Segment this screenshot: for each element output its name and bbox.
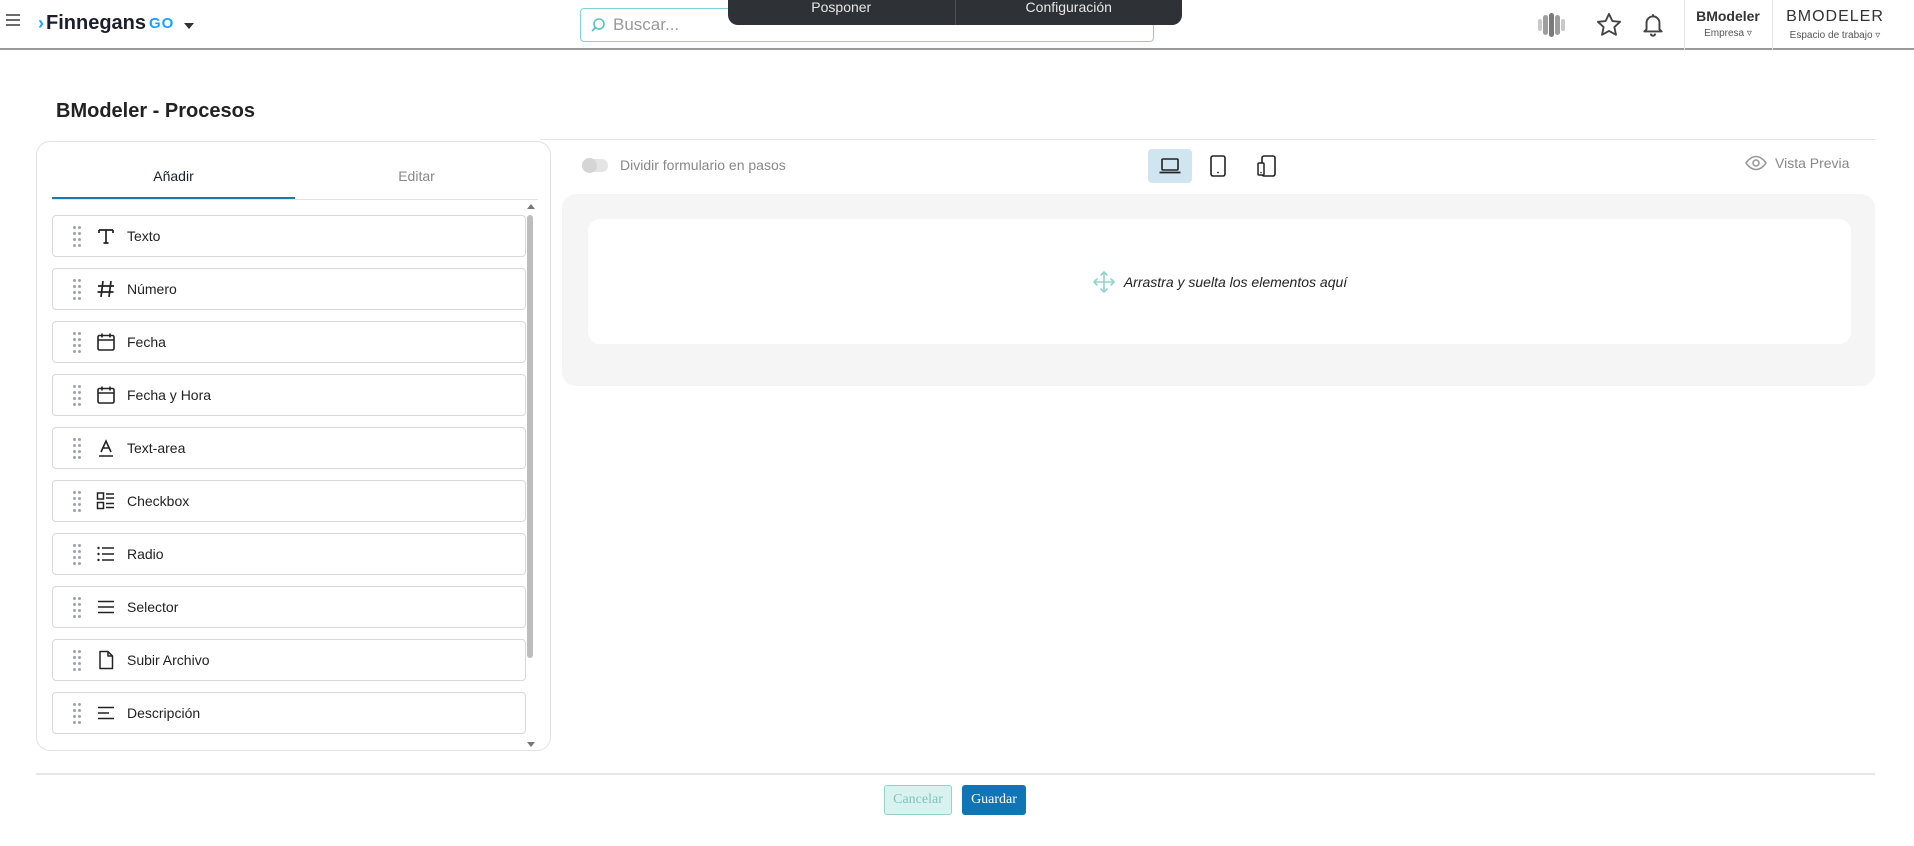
field-item-label: Fecha — [127, 334, 166, 350]
company-label: Empresa ▿ — [1704, 28, 1752, 39]
field-item-label: Fecha y Hora — [127, 387, 212, 403]
drag-handle-icon[interactable] — [73, 543, 83, 565]
field-item-datetime[interactable]: Fecha y Hora — [52, 374, 526, 416]
laptop-icon — [1159, 158, 1181, 174]
panel-tabs: Añadir Editar — [52, 142, 538, 200]
preview-label: Vista Previa — [1775, 155, 1850, 171]
save-button[interactable]: Guardar — [962, 785, 1026, 815]
tab-edit[interactable]: Editar — [295, 142, 538, 199]
hash-icon — [95, 278, 117, 300]
split-steps-toggle[interactable] — [582, 158, 608, 173]
search-icon — [591, 18, 605, 32]
bell-icon[interactable] — [1636, 9, 1670, 41]
field-item-textarea[interactable]: Text-area — [52, 427, 526, 469]
align-left-icon — [95, 702, 117, 724]
drop-zone-text: Arrastra y suelta los elementos aquí — [1123, 273, 1348, 290]
scroll-up-arrow-icon[interactable] — [527, 204, 535, 209]
field-item-description[interactable]: Descripción — [52, 692, 526, 734]
field-item-checkbox[interactable]: Checkbox — [52, 480, 526, 522]
form-canvas: Arrastra y suelta los elementos aquí — [562, 194, 1875, 386]
top-bar: › Finnegans GO Buscar... Posponer Config… — [0, 0, 1914, 50]
drag-handle-icon[interactable] — [73, 278, 83, 300]
field-item-label: Número — [127, 281, 177, 297]
drag-handle-icon[interactable] — [73, 384, 83, 406]
checkbox-list-icon — [95, 490, 117, 512]
workspace-selector[interactable]: BMODELER Espacio de trabajo ▿ — [1778, 8, 1892, 41]
file-icon — [95, 649, 117, 671]
drag-handle-icon[interactable] — [73, 649, 83, 671]
postpone-button[interactable]: Posponer — [728, 0, 956, 25]
list-icon — [95, 543, 117, 565]
star-icon[interactable] — [1592, 9, 1626, 41]
drag-handle-icon[interactable] — [73, 437, 83, 459]
field-item-label: Subir Archivo — [127, 652, 210, 668]
field-item-date[interactable]: Fecha — [52, 321, 526, 363]
field-item-file-upload[interactable]: Subir Archivo — [52, 639, 526, 681]
tab-add[interactable]: Añadir — [52, 142, 295, 199]
scrollbar[interactable] — [527, 215, 533, 658]
drop-zone[interactable]: Arrastra y suelta los elementos aquí — [588, 219, 1851, 344]
search-input[interactable]: Buscar... — [613, 15, 679, 35]
divider — [1684, 0, 1685, 50]
mobile-icon — [1257, 155, 1276, 177]
menu-icon — [95, 596, 117, 618]
field-item-label: Text-area — [127, 440, 186, 456]
eye-icon — [1745, 155, 1767, 171]
company-name: BModeler — [1696, 8, 1760, 24]
field-item-label: Descripción — [127, 705, 201, 721]
drag-handle-icon[interactable] — [73, 596, 83, 618]
chevron-down-icon[interactable] — [184, 22, 195, 29]
field-item-radio[interactable]: Radio — [52, 533, 526, 575]
field-list: Texto Número Fecha Fecha y Hora Text-are… — [52, 215, 526, 745]
mobile-view-button[interactable] — [1245, 149, 1289, 183]
page-title: BModeler - Procesos — [56, 100, 255, 122]
workspace-label: Espacio de trabajo ▿ — [1789, 30, 1881, 41]
company-selector[interactable]: BModeler Empresa ▿ — [1690, 8, 1766, 39]
field-item-label: Selector — [127, 599, 179, 615]
workspace-name: BMODELER — [1786, 8, 1884, 25]
move-icon — [1093, 270, 1115, 293]
settings-button[interactable]: Configuración — [956, 0, 1183, 25]
scroll-down-arrow-icon[interactable] — [527, 742, 535, 747]
split-steps-label: Dividir formulario en pasos — [620, 157, 786, 173]
text-icon — [95, 225, 117, 247]
divider — [540, 139, 1875, 140]
calendar-icon — [95, 331, 117, 353]
cancel-button[interactable]: Cancelar — [884, 785, 952, 815]
drag-handle-icon[interactable] — [73, 702, 83, 724]
assistant-icon[interactable] — [1534, 9, 1568, 41]
drag-handle-icon[interactable] — [73, 490, 83, 512]
divider — [36, 773, 1875, 775]
app-logo[interactable]: › Finnegans GO — [38, 12, 195, 35]
field-item-label: Radio — [127, 546, 164, 562]
tablet-view-button[interactable] — [1196, 149, 1240, 183]
drag-handle-icon[interactable] — [73, 225, 83, 247]
drag-handle-icon[interactable] — [73, 331, 83, 353]
logo-brand: Finnegans — [46, 12, 147, 34]
field-item-number[interactable]: Número — [52, 268, 526, 310]
fields-panel: Añadir Editar Texto Número Fecha Fecha y… — [36, 141, 551, 751]
preview-button[interactable]: Vista Previa — [1745, 155, 1849, 171]
divider — [1772, 0, 1773, 50]
field-item-selector[interactable]: Selector — [52, 586, 526, 628]
hamburger-menu-icon[interactable] — [6, 14, 20, 28]
desktop-view-button[interactable] — [1148, 149, 1192, 183]
logo-chevron-icon: › — [38, 13, 44, 33]
field-item-label: Checkbox — [127, 493, 190, 509]
field-item-label: Texto — [127, 228, 161, 244]
logo-suffix: GO — [149, 15, 175, 32]
notification-popup: Posponer Configuración — [728, 0, 1182, 25]
field-item-text[interactable]: Texto — [52, 215, 526, 257]
calendar-icon — [95, 384, 117, 406]
text-area-icon — [95, 437, 117, 459]
tablet-icon — [1210, 155, 1226, 177]
